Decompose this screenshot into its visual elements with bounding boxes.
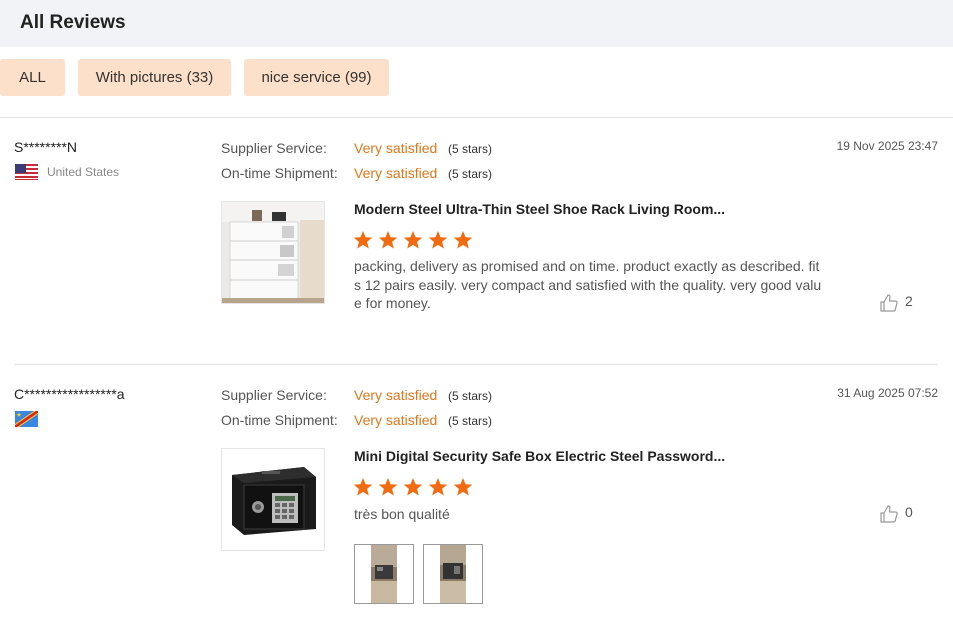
thumbs-up-icon (880, 505, 898, 523)
divider (14, 364, 938, 365)
review-photo[interactable] (354, 544, 414, 604)
reviewer-country: United States (47, 165, 120, 179)
helpful-count: 0 (905, 504, 913, 520)
reviewer-name: C*****************a (14, 386, 125, 402)
product-thumbnail[interactable] (221, 201, 325, 304)
supplier-service-label: Supplier Service: (221, 140, 327, 156)
review-filters: ALL With pictures (33) nice service (99) (0, 59, 953, 96)
product-thumbnail[interactable] (221, 448, 325, 551)
shipment-value: Very satisfied (354, 412, 438, 428)
product-title-link[interactable]: Modern Steel Ultra-Thin Steel Shoe Rack … (354, 201, 725, 217)
supplier-service-stars: (5 stars) (448, 389, 493, 403)
reviews-header: All Reviews (0, 0, 953, 47)
dr-congo-flag-icon (15, 411, 38, 427)
star-icon (453, 478, 473, 496)
review-date: 31 Aug 2025 07:52 (837, 386, 938, 400)
filter-with-pictures-button[interactable]: With pictures (33) (78, 59, 231, 96)
shipment-label: On-time Shipment: (221, 412, 338, 428)
star-icon (403, 231, 423, 249)
product-title-link[interactable]: Mini Digital Security Safe Box Electric … (354, 448, 725, 464)
supplier-service-stars: (5 stars) (448, 142, 493, 156)
star-icon (428, 231, 448, 249)
shipment-value: Very satisfied (354, 165, 438, 181)
star-icon (378, 478, 398, 496)
helpful-button[interactable]: 2 (879, 293, 913, 313)
review-text: très bon qualité (354, 506, 450, 522)
supplier-service-label: Supplier Service: (221, 387, 327, 403)
page-title: All Reviews (20, 12, 126, 33)
rating-stars (353, 477, 478, 497)
star-icon (403, 478, 423, 496)
helpful-count: 2 (905, 293, 913, 309)
review-photo[interactable] (423, 544, 483, 604)
divider (0, 117, 953, 118)
helpful-button[interactable]: 0 (879, 504, 913, 524)
review-text: packing, delivery as promised and on tim… (354, 258, 822, 311)
us-flag-icon (15, 164, 38, 180)
reviewer-name: S********N (14, 139, 78, 155)
star-icon (428, 478, 448, 496)
filter-nice-service-button[interactable]: nice service (99) (244, 59, 389, 96)
shipment-label: On-time Shipment: (221, 165, 338, 181)
star-icon (378, 231, 398, 249)
supplier-service-value: Very satisfied (354, 140, 438, 156)
thumbs-up-icon (880, 294, 898, 312)
star-icon (353, 231, 373, 249)
star-icon (353, 478, 373, 496)
shipment-stars: (5 stars) (448, 167, 493, 181)
filter-all-button[interactable]: ALL (0, 59, 65, 96)
review-date: 19 Nov 2025 23:47 (836, 139, 938, 153)
supplier-service-value: Very satisfied (354, 387, 438, 403)
rating-stars (353, 230, 478, 250)
star-icon (453, 231, 473, 249)
shipment-stars: (5 stars) (448, 414, 493, 428)
